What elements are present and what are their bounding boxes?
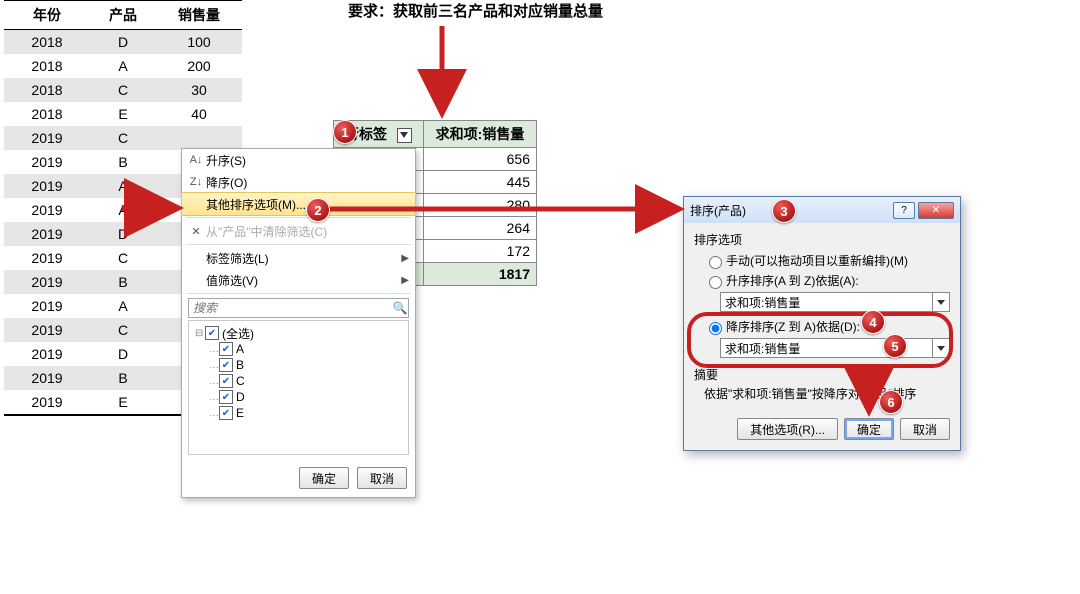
- chevron-down-icon[interactable]: [932, 339, 949, 357]
- table-row: 2018D100: [4, 30, 242, 55]
- instruction-text: 要求：获取前三名产品和对应销量总量: [348, 0, 603, 21]
- sort-dialog: 排序(产品) ? ✕ 排序选项 手动(可以拖动项目以重新编排)(M) 升序排序(…: [683, 196, 961, 451]
- radio-desc[interactable]: [709, 322, 722, 335]
- sort-desc-label: 降序(O): [206, 174, 409, 191]
- badge-1: 1: [333, 120, 357, 144]
- menu-more-sort[interactable]: 其他排序选项(M)...: [181, 192, 416, 216]
- table-row: 2018C30: [4, 78, 242, 102]
- badge-4: 4: [861, 310, 885, 334]
- dialog-titlebar[interactable]: 排序(产品) ? ✕: [684, 197, 960, 223]
- menu-sort-desc[interactable]: Z↓ 降序(O): [182, 171, 415, 193]
- menu-sort-asc[interactable]: A↓ 升序(S): [182, 149, 415, 171]
- pivot-value-header: 求和项:销售量: [424, 121, 537, 148]
- menu-label-filter[interactable]: 标签筛选(L) ▶: [182, 247, 415, 269]
- opt-asc[interactable]: 升序排序(A 到 Z)依据(A):: [704, 272, 950, 289]
- desc-select[interactable]: 求和项:销售量: [720, 338, 950, 358]
- radio-asc[interactable]: [709, 276, 722, 289]
- opt-manual[interactable]: 手动(可以拖动项目以重新编排)(M): [704, 252, 950, 269]
- cancel-button[interactable]: 取消: [900, 418, 950, 440]
- table-row: 2018E40: [4, 102, 242, 126]
- col-year: 年份: [4, 1, 90, 30]
- ctx-ok-button[interactable]: 确定: [299, 467, 349, 489]
- ok-button[interactable]: 确定: [844, 418, 894, 440]
- search-box[interactable]: 🔍: [188, 298, 409, 318]
- label-filter-label: 标签筛选(L): [206, 250, 401, 267]
- more-options-button[interactable]: 其他选项(R)...: [737, 418, 838, 440]
- dropdown-icon[interactable]: [397, 128, 412, 143]
- opt-asc-label: 升序排序(A 到 Z)依据(A):: [726, 272, 859, 289]
- badge-2: 2: [306, 198, 330, 222]
- sort-desc-icon: Z↓: [186, 176, 206, 188]
- opt-desc-label: 降序排序(Z 到 A)依据(D):: [726, 318, 860, 335]
- menu-value-filter[interactable]: 值筛选(V) ▶: [182, 269, 415, 291]
- close-icon[interactable]: ✕: [918, 202, 954, 219]
- col-product: 产品: [90, 1, 156, 30]
- menu-clear-filter: ✕ 从"产品"中清除筛选(C): [182, 220, 415, 242]
- table-row: 2018A200: [4, 54, 242, 78]
- filter-menu: A↓ 升序(S) Z↓ 降序(O) 其他排序选项(M)... ✕ 从"产品"中清…: [181, 148, 416, 498]
- ctx-cancel-button[interactable]: 取消: [357, 467, 407, 489]
- summary-text: 依据"求和项:销售量"按降序对"产品"排序: [704, 385, 950, 402]
- badge-6: 6: [879, 390, 903, 414]
- badge-5: 5: [883, 334, 907, 358]
- clear-filter-label: 从"产品"中清除筛选(C): [206, 223, 409, 240]
- group-label: 排序选项: [694, 231, 950, 248]
- value-filter-label: 值筛选(V): [206, 272, 401, 289]
- opt-manual-label: 手动(可以拖动项目以重新编排)(M): [726, 252, 908, 269]
- help-icon[interactable]: ?: [893, 202, 915, 219]
- search-icon: 🔍: [392, 301, 408, 315]
- search-input[interactable]: [189, 301, 392, 315]
- clear-filter-icon: ✕: [186, 225, 206, 238]
- chevron-right-icon: ▶: [401, 253, 409, 264]
- sort-asc-icon: A↓: [186, 154, 206, 166]
- table-row: 2019C: [4, 126, 242, 150]
- filter-tree[interactable]: ⊟✔(全选)…✔A…✔B…✔C…✔D…✔E: [188, 320, 409, 455]
- asc-select[interactable]: 求和项:销售量: [720, 292, 950, 312]
- badge-3: 3: [772, 199, 796, 223]
- asc-select-value: 求和项:销售量: [721, 294, 932, 311]
- opt-desc[interactable]: 降序排序(Z 到 A)依据(D):: [704, 318, 950, 335]
- radio-manual[interactable]: [709, 256, 722, 269]
- sort-asc-label: 升序(S): [206, 152, 409, 169]
- chevron-down-icon[interactable]: [932, 293, 949, 311]
- chevron-right-icon: ▶: [401, 275, 409, 286]
- summary-label: 摘要: [694, 366, 950, 383]
- col-qty: 销售量: [156, 1, 242, 30]
